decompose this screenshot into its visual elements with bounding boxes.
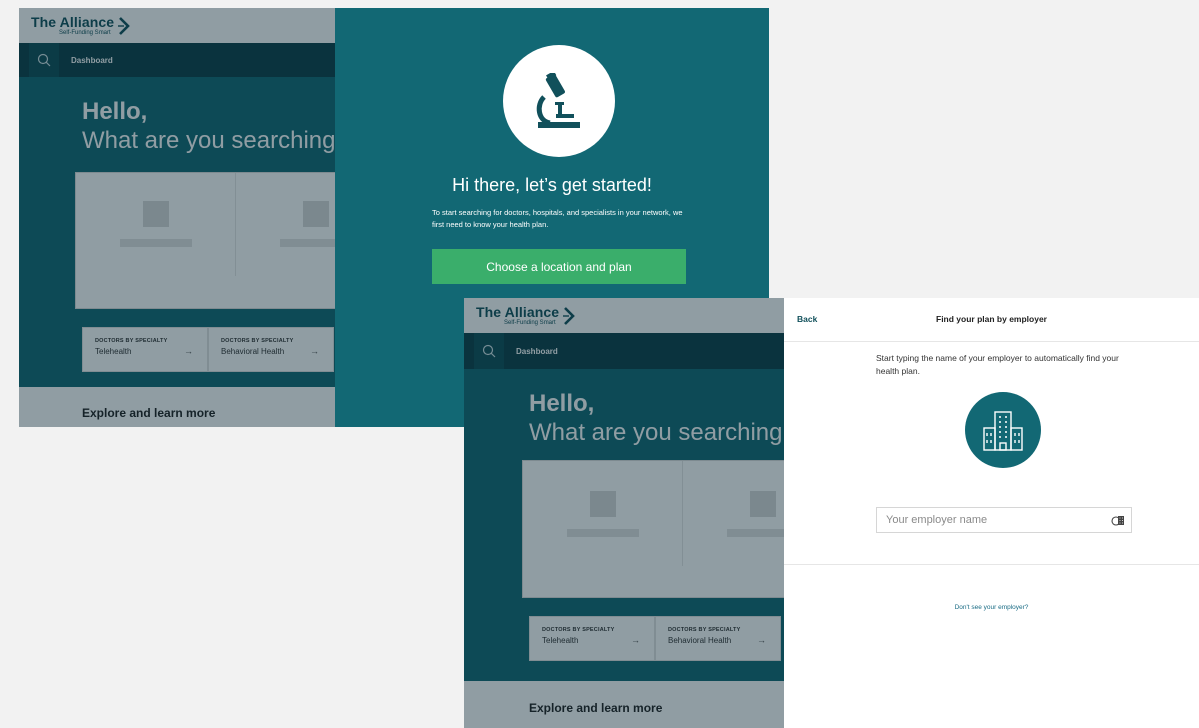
specialty-card-behavioral-health[interactable]: DOCTORS BY SPECIALTY Behavioral Health →	[655, 616, 781, 661]
hero: Hello, What are you searching for? DOCTO…	[464, 369, 784, 681]
employer-modal: Back Find your plan by employer Start ty…	[784, 298, 1199, 728]
building-icon	[983, 411, 1023, 451]
nav-dashboard[interactable]: Dashboard	[516, 347, 558, 356]
quick-actions-card	[75, 172, 335, 309]
search-icon	[482, 344, 496, 358]
search-building-icon	[1111, 516, 1124, 526]
quick-action-tile[interactable]	[523, 461, 683, 566]
brand-logo[interactable]: The Alliance Self-Funding Smart	[476, 305, 576, 326]
explore-heading: Explore and learn more	[19, 387, 335, 427]
quick-action-tile[interactable]	[236, 173, 335, 276]
arrow-right-icon: →	[310, 346, 319, 356]
arrow-right-icon: →	[631, 635, 640, 645]
brand-name: The Alliance	[31, 14, 115, 30]
choose-location-plan-button[interactable]: Choose a location and plan	[432, 249, 686, 284]
brand-tagline: Self-Funding Smart	[504, 320, 556, 326]
modal-header: Back Find your plan by employer	[784, 298, 1199, 342]
specialty-card-telehealth[interactable]: DOCTORS BY SPECIALTY Telehealth →	[82, 327, 208, 372]
employer-search-field	[876, 507, 1132, 533]
search-button[interactable]	[474, 333, 504, 369]
nav-dashboard[interactable]: Dashboard	[71, 56, 113, 65]
arrow-right-icon: →	[184, 346, 193, 356]
search-icon	[37, 53, 51, 67]
intro-body: To start searching for doctors, hospital…	[432, 208, 683, 229]
brand-logo[interactable]: The Alliance Self-Funding Smart	[31, 15, 131, 36]
modal-title: Find your plan by employer	[936, 314, 1047, 324]
quick-action-tile[interactable]	[683, 461, 784, 566]
greeting: Hello,	[529, 390, 595, 417]
brand-chevron-icon	[563, 306, 575, 325]
brand-chevron-icon	[118, 16, 130, 35]
microscope-icon	[536, 73, 580, 128]
app-nav: Dashboard	[464, 333, 784, 369]
specialty-row: DOCTORS BY SPECIALTY Telehealth → DOCTOR…	[82, 327, 334, 372]
employer-instruction: Start typing the name of your employer t…	[876, 353, 1119, 376]
specialty-card-behavioral-health[interactable]: DOCTORS BY SPECIALTY Behavioral Health →	[208, 327, 334, 372]
app-nav: Dashboard	[19, 43, 335, 77]
hero: Hello, What are you searching for? DOCTO…	[19, 77, 335, 387]
dashboard-background: The Alliance Self-Funding Smart Dashboar…	[19, 8, 335, 427]
specialty-row: DOCTORS BY SPECIALTY Telehealth → DOCTOR…	[529, 616, 781, 661]
screenshot-employer-search: The Alliance Self-Funding Smart Dashboar…	[464, 298, 1199, 728]
quick-actions-card	[522, 460, 784, 598]
greeting: Hello,	[82, 98, 148, 125]
search-question: What are you searching for?	[529, 418, 784, 446]
search-question: What are you searching for?	[82, 126, 335, 154]
app-header: The Alliance Self-Funding Smart	[19, 8, 335, 43]
building-icon-badge	[965, 392, 1041, 468]
employer-name-input[interactable]	[877, 508, 1131, 532]
brand-tagline: Self-Funding Smart	[59, 30, 111, 36]
arrow-right-icon: →	[757, 635, 766, 645]
intro-title: Hi there, let’s get started!	[452, 175, 652, 195]
explore-heading: Explore and learn more	[464, 681, 784, 728]
quick-action-tile[interactable]	[76, 173, 236, 276]
microscope-icon-badge	[503, 45, 615, 157]
brand-name: The Alliance	[476, 304, 560, 320]
divider	[784, 564, 1199, 565]
dashboard-background: The Alliance Self-Funding Smart Dashboar…	[464, 298, 784, 728]
app-header: The Alliance Self-Funding Smart	[464, 298, 784, 333]
search-button[interactable]	[29, 43, 59, 77]
employer-not-listed-link[interactable]: Don't see your employer?	[784, 604, 1199, 611]
specialty-card-telehealth[interactable]: DOCTORS BY SPECIALTY Telehealth →	[529, 616, 655, 661]
